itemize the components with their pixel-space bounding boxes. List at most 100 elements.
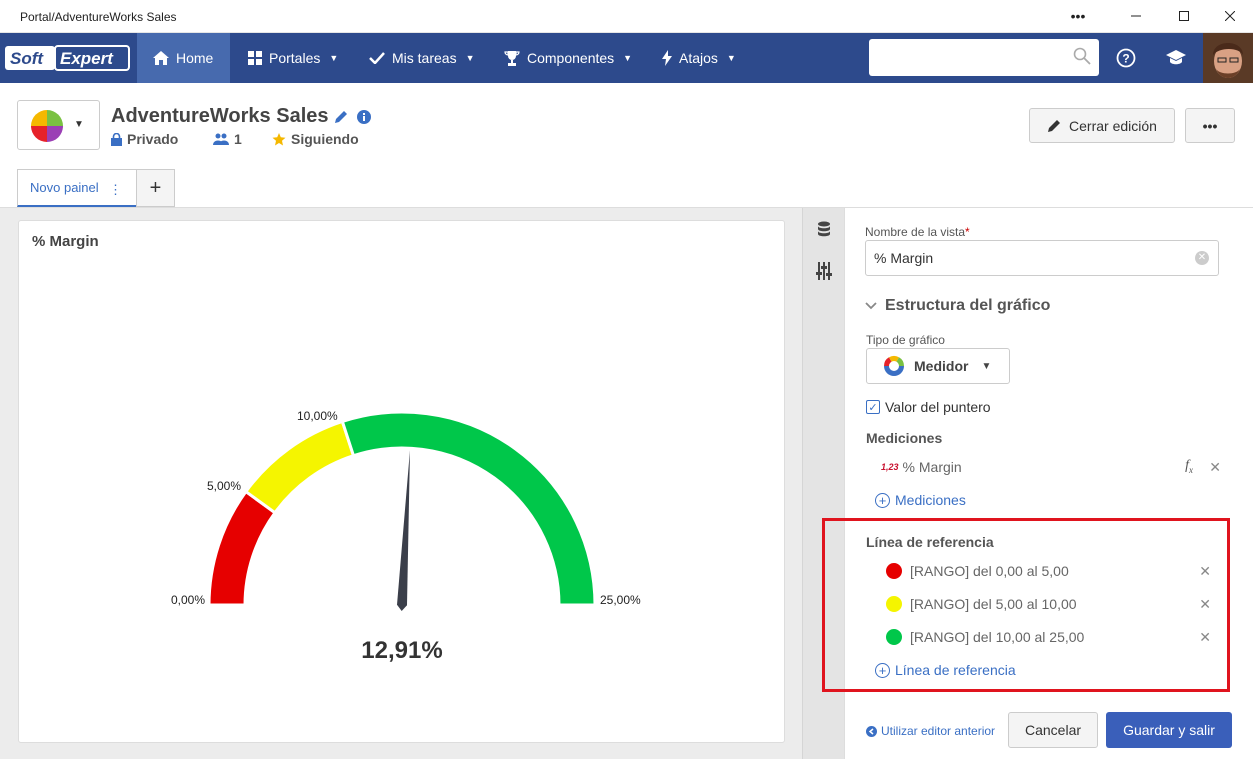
- nav-home[interactable]: Home: [137, 33, 230, 83]
- sliders-icon[interactable]: [811, 258, 837, 284]
- gauge-min-label: 0,00%: [171, 593, 205, 607]
- previous-editor-label: Utilizar editor anterior: [881, 724, 996, 738]
- chart-type-value: Medidor: [914, 358, 969, 374]
- search-input[interactable]: [869, 39, 1099, 76]
- chevron-down-icon: ▼: [329, 53, 339, 63]
- gauge-card[interactable]: % Margin 0,00% 5,00% 10,00% 25,00% 12,91…: [18, 220, 785, 743]
- required-marker: *: [965, 225, 970, 239]
- portal-logo-icon: [31, 110, 63, 142]
- nav-home-label: Home: [176, 50, 214, 66]
- chart-type-label: Tipo de gráfico: [866, 333, 945, 347]
- add-tab-button[interactable]: +: [136, 169, 175, 207]
- nav-atajos[interactable]: Atajos ▼: [646, 33, 752, 83]
- chart-structure-section[interactable]: Estructura del gráfico: [865, 297, 1050, 315]
- chevron-down-icon: ▼: [74, 119, 84, 130]
- pencil-icon[interactable]: [334, 110, 348, 124]
- gauge-range-band-1: [207, 489, 278, 607]
- view-name-label-text: Nombre de la vista: [865, 225, 966, 239]
- following-status[interactable]: Siguiendo: [272, 131, 359, 147]
- checkbox-checked-icon: ✓: [866, 400, 880, 414]
- kebab-menu-icon[interactable]: ⋮: [109, 182, 122, 198]
- svg-text:Expert: Expert: [60, 49, 114, 68]
- add-measure-link[interactable]: + Mediciones: [875, 492, 966, 508]
- grid-icon: [248, 51, 262, 65]
- clear-input-icon[interactable]: ✕: [1195, 251, 1209, 265]
- gauge-type-icon: [883, 355, 905, 376]
- nav-componentes-label: Componentes: [527, 50, 615, 66]
- chevron-down-icon: ▼: [981, 360, 992, 372]
- remove-measure-icon[interactable]: ✕: [1209, 459, 1221, 476]
- plus-circle-icon: +: [875, 492, 890, 508]
- lock-icon: [111, 132, 122, 146]
- pointer-value-label: Valor del puntero: [885, 399, 991, 415]
- window-titlebar: Portal/AdventureWorks Sales •••: [0, 0, 1253, 33]
- view-name-label: Nombre de la vista*: [865, 225, 970, 239]
- arrow-left-circle-icon: [866, 725, 877, 737]
- svg-text:Soft: Soft: [10, 49, 44, 68]
- gauge-threshold-2-label: 10,00%: [297, 409, 338, 423]
- chart-type-select[interactable]: Medidor ▼: [866, 348, 1010, 384]
- page-title: AdventureWorks Sales: [111, 105, 329, 127]
- numeric-badge: 1,23: [881, 462, 899, 472]
- tab-label: Novo painel: [30, 180, 99, 195]
- view-name-input[interactable]: % Margin ✕: [865, 240, 1219, 276]
- gauge-value-label: 12,91%: [361, 637, 442, 664]
- info-icon[interactable]: [357, 110, 371, 124]
- gauge-max-label: 25,00%: [600, 593, 641, 607]
- pointer-value-checkbox[interactable]: ✓ Valor del puntero: [866, 399, 991, 415]
- nav-componentes[interactable]: Componentes ▼: [488, 33, 648, 83]
- user-avatar[interactable]: [1203, 33, 1253, 83]
- gauge-range-band-3: [340, 410, 597, 607]
- softexpert-logo[interactable]: Soft Expert: [5, 45, 131, 71]
- gauge-needle: [397, 450, 410, 611]
- close-window-button[interactable]: [1206, 0, 1253, 32]
- more-options-icon[interactable]: •••: [1054, 0, 1102, 32]
- minimize-button[interactable]: [1112, 0, 1160, 32]
- help-icon[interactable]: ?: [1114, 46, 1138, 70]
- portal-header: ▼ AdventureWorks Sales Privado 1 Siguien…: [0, 83, 1253, 208]
- users-icon: [213, 133, 229, 145]
- chevron-down-icon: ▼: [726, 53, 736, 63]
- top-navbar: Soft Expert Home Portales ▼ Mis tareas ▼…: [0, 33, 1253, 83]
- tab-novo-painel[interactable]: Novo painel ⋮: [17, 169, 137, 207]
- more-actions-button[interactable]: •••: [1185, 108, 1235, 143]
- nav-mis-tareas[interactable]: Mis tareas ▼: [353, 33, 491, 83]
- cancel-label: Cancelar: [1024, 722, 1082, 738]
- close-edit-label: Cerrar edición: [1069, 117, 1157, 134]
- maximize-button[interactable]: [1160, 0, 1208, 32]
- highlight-box: [822, 518, 1230, 692]
- svg-text:?: ?: [1122, 52, 1129, 66]
- formula-icon[interactable]: fx: [1185, 458, 1193, 475]
- section-title: Estructura del gráfico: [885, 297, 1051, 314]
- measure-label: % Margin: [902, 459, 962, 475]
- window-title: Portal/AdventureWorks Sales: [20, 10, 177, 24]
- search-icon[interactable]: [1073, 47, 1091, 65]
- chevron-down-icon: ▼: [465, 53, 475, 63]
- nav-atajos-label: Atajos: [679, 50, 718, 66]
- portal-icon-dropdown[interactable]: ▼: [17, 100, 100, 150]
- save-label: Guardar y salir: [1123, 722, 1215, 738]
- measure-item[interactable]: 1,23 % Margin fx ✕: [881, 456, 1221, 478]
- members-label: 1: [234, 131, 242, 147]
- pencil-icon: [1048, 119, 1061, 132]
- following-label: Siguiendo: [291, 131, 359, 147]
- cancel-button[interactable]: Cancelar: [1008, 712, 1098, 748]
- nav-portales[interactable]: Portales ▼: [232, 33, 354, 83]
- database-icon[interactable]: [811, 216, 837, 242]
- gauge-range-band-2: [243, 419, 356, 515]
- star-icon: [272, 132, 286, 145]
- check-icon: [369, 52, 385, 64]
- save-and-exit-button[interactable]: Guardar y salir: [1106, 712, 1232, 748]
- chevron-down-icon: ▼: [623, 53, 633, 63]
- members-count[interactable]: 1: [213, 131, 242, 147]
- nav-mis-tareas-label: Mis tareas: [392, 50, 457, 66]
- view-name-value: % Margin: [874, 250, 934, 266]
- close-edit-button[interactable]: Cerrar edición: [1029, 108, 1175, 143]
- measures-title: Mediciones: [866, 430, 943, 446]
- nav-portales-label: Portales: [269, 50, 321, 66]
- graduation-cap-icon[interactable]: [1164, 46, 1188, 70]
- previous-editor-link[interactable]: Utilizar editor anterior: [866, 724, 995, 738]
- bolt-icon: [662, 50, 672, 66]
- home-icon: [153, 51, 169, 65]
- chevron-down-icon: [865, 302, 877, 310]
